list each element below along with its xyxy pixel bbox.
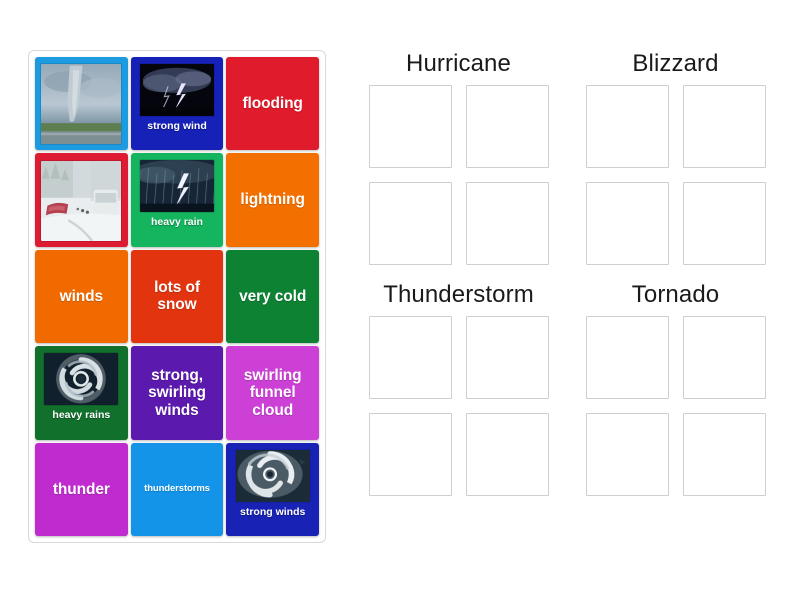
category-tornado-title: Tornado	[631, 280, 720, 308]
category-blizzard: Blizzard	[567, 50, 784, 265]
category-blizzard-title: Blizzard	[632, 50, 719, 77]
tile-tornado-photo[interactable]	[35, 57, 128, 151]
tile-label: lots of snow	[154, 278, 200, 314]
tile-label: winds	[59, 287, 104, 305]
tile-swirling-funnel-cloud[interactable]: swirling funnel cloud	[226, 346, 319, 440]
snowy-road-photo-thumbnail	[41, 160, 122, 241]
tile-strong-winds[interactable]: strong winds	[226, 442, 319, 536]
category-hurricane-title: Hurricane	[406, 50, 511, 77]
drop-slot[interactable]	[682, 181, 766, 265]
drop-slot[interactable]	[585, 84, 669, 168]
category-tornado: Tornado	[567, 281, 784, 496]
category-hurricane: Hurricane	[350, 50, 567, 265]
drop-slot[interactable]	[465, 412, 549, 496]
tile-caption: heavy rains	[52, 409, 111, 422]
tile-lightning[interactable]: lightning	[226, 153, 319, 247]
category-row: Thunderstorm Tornado	[350, 281, 784, 496]
rain-lightning-photo-thumbnail	[139, 160, 214, 213]
drop-slot[interactable]	[585, 412, 669, 496]
drop-slot[interactable]	[682, 84, 766, 168]
drop-slot[interactable]	[465, 315, 549, 399]
hurricane-eye-photo-thumbnail	[235, 449, 310, 502]
drop-slot[interactable]	[368, 181, 452, 265]
tile-flooding[interactable]: flooding	[226, 57, 319, 151]
category-blizzard-slots	[567, 84, 784, 265]
drop-slot[interactable]	[368, 84, 452, 168]
drop-slot[interactable]	[585, 181, 669, 265]
tile-heavy-rains[interactable]: heavy rains	[35, 346, 128, 440]
tile-label: flooding	[242, 94, 303, 112]
category-tornado-slots	[567, 315, 784, 496]
tile-heavy-rain[interactable]: heavy rain	[130, 153, 224, 247]
category-thunderstorm: Thunderstorm	[350, 281, 567, 496]
group-sort-activity: strong wind flooding heavy rain lightning wi…	[0, 0, 800, 600]
tile-grid: strong wind flooding heavy rain lightning wi…	[35, 57, 319, 536]
category-row: Hurricane Blizzard	[350, 50, 784, 265]
drop-slot[interactable]	[585, 315, 669, 399]
tile-snow-photo[interactable]	[35, 153, 128, 247]
tile-label: very cold	[239, 287, 307, 305]
word-tile-tray: strong wind flooding heavy rain lightning wi…	[28, 50, 326, 543]
drop-slot[interactable]	[682, 412, 766, 496]
tornado-photo-thumbnail	[41, 64, 122, 145]
tile-label: lightning	[240, 191, 305, 209]
tile-strong-swirling-winds[interactable]: strong, swirling winds	[130, 346, 224, 440]
tile-thunder[interactable]: thunder	[35, 442, 128, 536]
tile-thunderstorms[interactable]: thunderstorms	[130, 442, 224, 536]
tile-label: thunderstorms	[144, 482, 210, 494]
category-drop-zones: Hurricane Blizzard Thunderstorm Tornado	[350, 50, 784, 550]
tile-very-cold[interactable]: very cold	[226, 249, 319, 344]
drop-slot[interactable]	[368, 315, 452, 399]
tile-winds[interactable]: winds	[35, 249, 128, 344]
drop-slot[interactable]	[682, 315, 766, 399]
lightning-storm-photo-thumbnail	[139, 64, 214, 116]
category-thunderstorm-slots	[350, 315, 567, 496]
category-thunderstorm-title: Thunderstorm	[383, 280, 534, 308]
tile-strong-wind[interactable]: strong wind	[130, 57, 224, 151]
tile-label: thunder	[52, 480, 110, 498]
tile-lots-of-snow[interactable]: lots of snow	[130, 249, 224, 344]
tile-label: strong, swirling winds	[148, 366, 206, 419]
tile-caption: strong winds	[239, 505, 306, 518]
tile-label: swirling funnel cloud	[243, 366, 302, 419]
drop-slot[interactable]	[368, 412, 452, 496]
category-hurricane-slots	[350, 84, 567, 265]
drop-slot[interactable]	[465, 181, 549, 265]
tile-caption: strong wind	[147, 120, 207, 132]
drop-slot[interactable]	[465, 84, 549, 168]
tile-caption: heavy rain	[151, 216, 203, 229]
hurricane-satellite-photo-thumbnail	[44, 353, 119, 406]
